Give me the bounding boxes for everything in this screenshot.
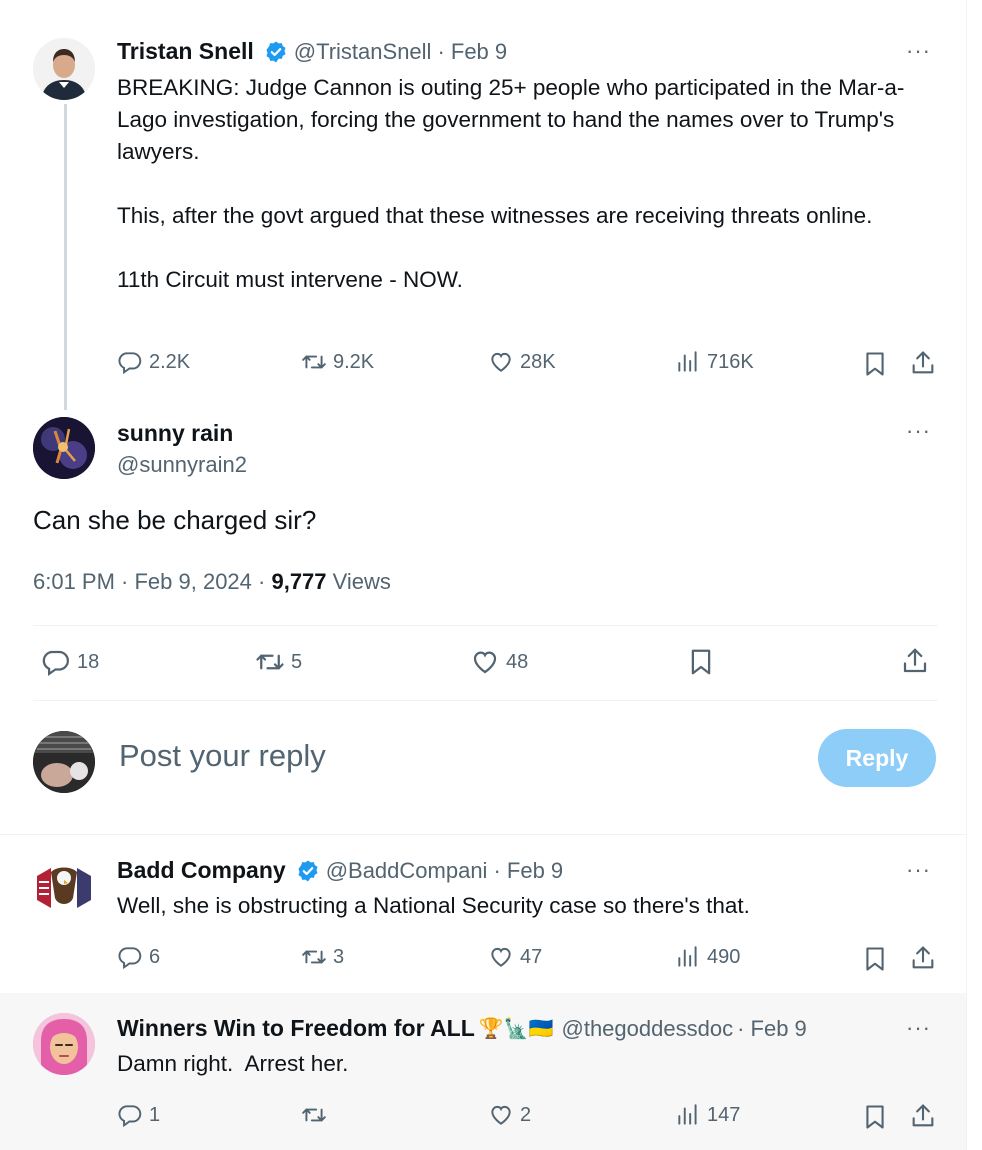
views-action[interactable]: 716K (675, 349, 754, 375)
avatar[interactable] (33, 856, 95, 918)
repost-icon (301, 1102, 327, 1128)
repost-action[interactable]: 5 (255, 647, 302, 677)
reply-count: 1 (149, 1103, 161, 1126)
like-action[interactable]: 47 (488, 944, 542, 970)
tweet-paragraph: 11th Circuit must intervene - NOW. (117, 267, 463, 292)
views-count: 490 (707, 945, 741, 968)
thread-line (64, 104, 67, 410)
views-chart-icon (675, 349, 701, 375)
reply-count: 2.2K (149, 350, 191, 373)
name-emojis: 🏆🗽🇺🇦 (478, 1018, 554, 1040)
reply-count: 18 (77, 650, 100, 673)
avatar[interactable] (33, 1013, 95, 1075)
reply-icon (117, 944, 143, 970)
author-handle[interactable]: @BaddCompani (326, 858, 488, 884)
share-icon[interactable] (909, 349, 937, 377)
more-options-icon[interactable]: ··· (906, 1015, 931, 1041)
like-count: 2 (520, 1103, 532, 1126)
heart-icon (470, 647, 500, 677)
post-date[interactable]: · Feb 9 (493, 858, 563, 884)
divider (33, 625, 938, 626)
tweet-text: Damn right. Arrest her. (117, 1051, 349, 1076)
share-icon[interactable] (900, 646, 930, 676)
reply-icon (117, 1102, 143, 1128)
tweet-header: Badd Company @BaddCompani · Feb 9 (117, 857, 563, 884)
tweet-header: Tristan Snell @TristanSnell · Feb 9 (117, 38, 507, 65)
verified-badge-icon (296, 859, 320, 883)
author-name[interactable]: sunny rain (117, 420, 233, 447)
post-date[interactable]: · Feb 9 (737, 1016, 807, 1042)
more-options-icon[interactable]: ··· (906, 857, 931, 883)
heart-icon (488, 1102, 514, 1128)
heart-icon (488, 349, 514, 375)
bookmark-icon[interactable] (686, 647, 716, 677)
views-action[interactable]: 490 (675, 944, 740, 970)
tweet-text: BREAKING: Judge Cannon is outing 25+ peo… (117, 72, 937, 296)
author-handle[interactable]: @thegoddessdoc (562, 1016, 734, 1042)
reply-action[interactable]: 18 (41, 647, 99, 677)
views-count: 716K (707, 350, 754, 373)
avatar[interactable] (33, 38, 95, 100)
like-action[interactable]: 28K (488, 349, 556, 375)
author-handle[interactable]: @sunnyrain2 (117, 452, 247, 478)
like-action[interactable]: 48 (470, 647, 528, 677)
divider (33, 700, 938, 701)
tweet-header: Winners Win to Freedom for ALL 🏆🗽🇺🇦 @the… (117, 1015, 807, 1042)
author-name[interactable]: Winners Win to Freedom for ALL (117, 1015, 475, 1042)
repost-icon (301, 944, 327, 970)
tweet-paragraph: This, after the govt argued that these w… (117, 203, 873, 228)
views-action[interactable]: 147 (675, 1102, 740, 1128)
conversation-column: Tristan Snell @TristanSnell · Feb 9 ··· … (0, 0, 967, 1150)
repost-icon (255, 647, 285, 677)
avatar[interactable] (33, 417, 95, 479)
bookmark-icon[interactable] (861, 350, 889, 378)
post-timestamp[interactable]: 6:01 PM · Feb 9, 2024 · (33, 569, 271, 594)
repost-action[interactable] (301, 1102, 333, 1128)
tweet-text: Well, she is obstructing a National Secu… (117, 893, 750, 918)
repost-action[interactable]: 3 (301, 944, 344, 970)
repost-count: 3 (333, 945, 345, 968)
author-name[interactable]: Tristan Snell (117, 38, 254, 65)
post-date[interactable]: · Feb 9 (437, 39, 507, 65)
views-chart-icon (675, 944, 701, 970)
avatar (33, 731, 95, 793)
reply-input[interactable]: Post your reply (119, 738, 326, 774)
reply-action[interactable]: 2.2K (117, 349, 190, 375)
repost-count: 5 (291, 650, 303, 673)
share-icon[interactable] (909, 944, 937, 972)
heart-icon (488, 944, 514, 970)
views-count: 147 (707, 1103, 741, 1126)
verified-badge-icon (264, 40, 288, 64)
reply-action[interactable]: 1 (117, 1102, 160, 1128)
bookmark-icon[interactable] (861, 945, 889, 973)
tweet-text: Can she be charged sir? (33, 505, 317, 535)
repost-icon (301, 349, 327, 375)
more-options-icon[interactable]: ··· (906, 38, 931, 64)
like-count: 28K (520, 350, 556, 373)
like-action[interactable]: 2 (488, 1102, 531, 1128)
reply-count: 6 (149, 945, 161, 968)
repost-action[interactable]: 9.2K (301, 349, 374, 375)
more-options-icon[interactable]: ··· (906, 418, 931, 444)
like-count: 47 (520, 945, 543, 968)
share-icon[interactable] (909, 1102, 937, 1130)
reply-icon (117, 349, 143, 375)
like-count: 48 (506, 650, 529, 673)
views-count: 9,777 (271, 569, 327, 594)
post-metadata: 6:01 PM · Feb 9, 2024 · 9,777 Views (33, 569, 391, 595)
views-chart-icon (675, 1102, 701, 1128)
reply-icon (41, 647, 71, 677)
views-label: Views (326, 569, 391, 594)
author-handle[interactable]: @TristanSnell (294, 39, 432, 65)
bookmark-icon[interactable] (861, 1103, 889, 1131)
repost-count: 9.2K (333, 350, 375, 373)
reply-button[interactable]: Reply (818, 729, 936, 787)
author-name[interactable]: Badd Company (117, 857, 286, 884)
reply-action[interactable]: 6 (117, 944, 160, 970)
divider (0, 834, 966, 835)
tweet-paragraph: BREAKING: Judge Cannon is outing 25+ peo… (117, 75, 905, 164)
